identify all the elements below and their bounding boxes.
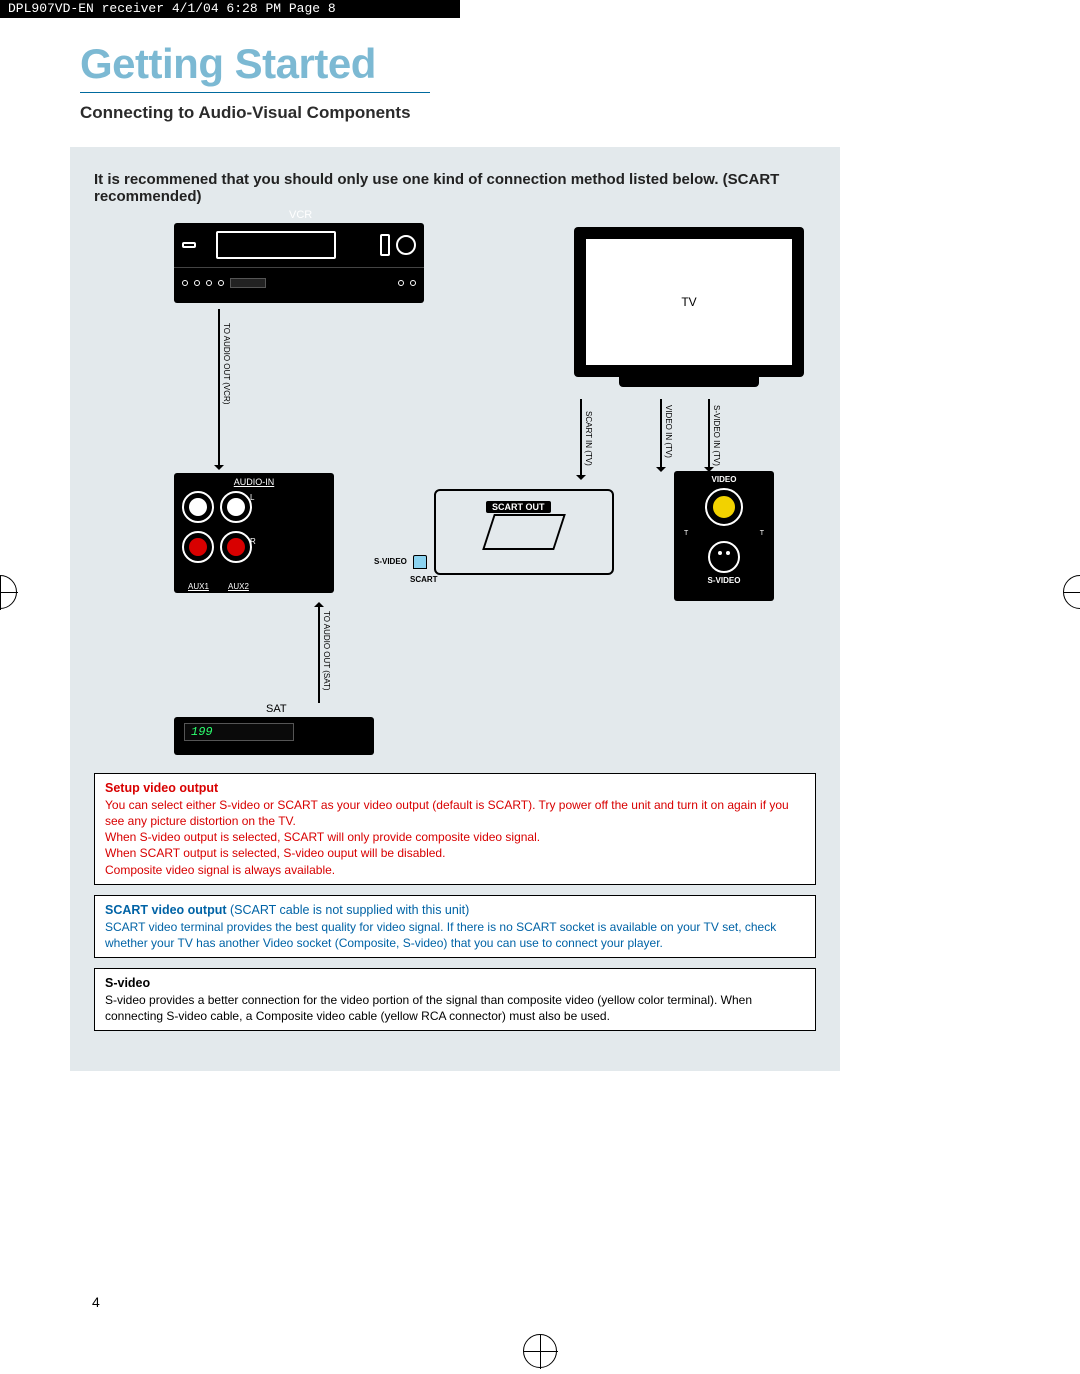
sat-label: SAT bbox=[266, 703, 374, 715]
cable-line bbox=[708, 399, 710, 471]
tv-device: TV bbox=[574, 227, 804, 397]
s-video-header: S-video bbox=[105, 975, 805, 992]
vcr-display-icon bbox=[230, 278, 266, 288]
scart-connector-icon bbox=[482, 514, 566, 550]
crop-mark-right bbox=[1063, 575, 1080, 609]
video-output-panel: VIDEO T T S-VIDEO bbox=[674, 471, 774, 601]
scart-port-label: SCART bbox=[410, 575, 438, 584]
tv-label: TV bbox=[584, 237, 794, 367]
scart-body: SCART video terminal provides the best q… bbox=[105, 919, 805, 951]
cable-label-s-video-in-tv: S-VIDEO IN (TV) bbox=[712, 405, 721, 466]
vcr-cassette-slot-icon bbox=[216, 231, 336, 259]
s-video-connector-icon bbox=[708, 541, 740, 573]
audio-in-label: AUDIO-IN bbox=[180, 477, 328, 487]
rca-red-icon bbox=[220, 531, 252, 563]
cable-label-video-in-tv: VIDEO IN (TV) bbox=[664, 405, 673, 458]
scart-header-paren: (SCART cable is not supplied with this u… bbox=[230, 903, 469, 917]
page-title: Getting Started bbox=[80, 40, 430, 88]
setup-line4: Composite video signal is always availab… bbox=[105, 862, 805, 878]
s-video-jack-icon bbox=[413, 555, 427, 569]
rca-red-icon bbox=[182, 531, 214, 563]
crop-mark-bottom bbox=[523, 1334, 557, 1368]
cable-line bbox=[218, 309, 220, 469]
setup-video-output-box: Setup video output You can select either… bbox=[94, 773, 816, 885]
scart-header: SCART video output (SCART cable is not s… bbox=[105, 902, 805, 919]
content-panel: It is recommened that you should only us… bbox=[70, 147, 840, 1071]
s-video-panel-label: S-VIDEO bbox=[704, 575, 745, 586]
cable-label-audio-out-sat: TO AUDIO OUT (SAT) bbox=[322, 611, 331, 691]
crop-mark-left bbox=[0, 575, 17, 609]
sat-display: 199 bbox=[184, 723, 294, 741]
scart-out-label: SCART OUT bbox=[486, 501, 551, 513]
aux2-label: AUX2 bbox=[228, 582, 249, 591]
cable-label-scart-in-tv: SCART IN (TV) bbox=[584, 411, 593, 466]
rca-white-icon bbox=[220, 491, 252, 523]
rca-yellow-icon bbox=[705, 488, 743, 526]
vcr-small-dot-icon bbox=[194, 280, 200, 286]
out-t-left: T bbox=[684, 530, 688, 537]
s-video-body: S-video provides a better connection for… bbox=[105, 992, 805, 1024]
vcr-dial-icon bbox=[396, 235, 416, 255]
s-video-port-label: S-VIDEO bbox=[374, 555, 427, 569]
vcr-small-dot-icon bbox=[218, 280, 224, 286]
vcr-small-dot-icon bbox=[182, 280, 188, 286]
vcr-small-dot-icon bbox=[206, 280, 212, 286]
title-block: Getting Started bbox=[80, 40, 430, 93]
vcr-device bbox=[174, 223, 424, 303]
out-t-right: T bbox=[760, 530, 764, 537]
page-content: Getting Started Connecting to Audio-Visu… bbox=[80, 40, 980, 1071]
scart-video-output-box: SCART video output (SCART cable is not s… bbox=[94, 895, 816, 958]
vcr-small-dot-icon bbox=[398, 280, 404, 286]
recommendation-text: It is recommened that you should only us… bbox=[94, 171, 816, 205]
setup-line2: When S-video output is selected, SCART w… bbox=[105, 829, 805, 845]
aux1-label: AUX1 bbox=[188, 582, 209, 591]
cable-line bbox=[318, 603, 320, 703]
print-slug: DPL907VD-EN receiver 4/1/04 6:28 PM Page… bbox=[0, 0, 460, 18]
vcr-label: VCR bbox=[289, 209, 312, 221]
video-panel-label: VIDEO bbox=[678, 475, 770, 484]
setup-line1: You can select either S-video or SCART a… bbox=[105, 797, 805, 829]
cable-line bbox=[580, 399, 582, 479]
page-number: 4 bbox=[92, 1294, 100, 1310]
connection-diagram: VCR bbox=[94, 223, 814, 763]
vcr-small-dot-icon bbox=[410, 280, 416, 286]
vcr-eject-icon bbox=[380, 234, 390, 256]
page-subtitle: Connecting to Audio-Visual Components bbox=[80, 103, 980, 123]
rca-white-icon bbox=[182, 491, 214, 523]
sat-device: SAT 199 bbox=[174, 703, 374, 753]
cable-line bbox=[660, 399, 662, 471]
s-video-box: S-video S-video provides a better connec… bbox=[94, 968, 816, 1031]
setup-line3: When SCART output is selected, S-video o… bbox=[105, 845, 805, 861]
vcr-button-icon bbox=[182, 242, 196, 248]
setup-header: Setup video output bbox=[105, 780, 805, 797]
cable-label-audio-out-vcr: TO AUDIO OUT (VCR) bbox=[222, 323, 231, 405]
